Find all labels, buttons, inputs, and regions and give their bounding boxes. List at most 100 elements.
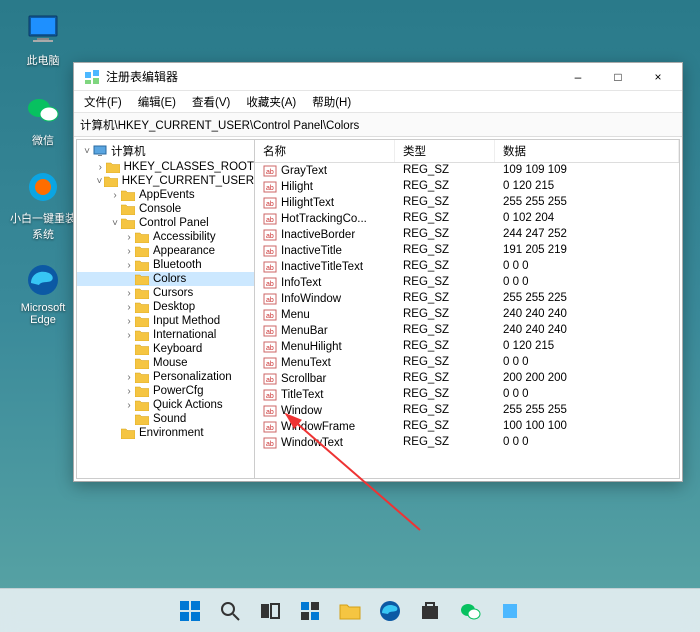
menu-edit[interactable]: 编辑(E) <box>134 92 180 112</box>
registry-value-row[interactable]: abMenuREG_SZ240 240 240 <box>255 307 679 323</box>
tree-item[interactable]: ›Desktop <box>77 300 254 314</box>
app-button[interactable] <box>492 593 528 629</box>
address-bar[interactable]: 计算机\HKEY_CURRENT_USER\Control Panel\Colo… <box>74 113 682 137</box>
menu-view[interactable]: 查看(V) <box>188 92 234 112</box>
svg-text:ab: ab <box>266 409 274 416</box>
expand-icon[interactable]: ˅ <box>81 146 93 157</box>
tree-item[interactable]: › Cursors <box>77 286 254 300</box>
explorer-button[interactable] <box>332 593 368 629</box>
tree-item[interactable]: ›Appearance <box>77 244 254 258</box>
expand-icon[interactable]: › <box>123 372 135 383</box>
tree-item[interactable]: ›International <box>77 328 254 342</box>
desktop-icon-edge[interactable]: Microsoft Edge <box>8 260 78 326</box>
tree-item[interactable]: ›Quick Actions <box>77 398 254 412</box>
expand-icon[interactable]: › <box>95 162 106 173</box>
svg-text:ab: ab <box>266 313 274 320</box>
tree-item[interactable]: Environment <box>77 426 254 440</box>
string-value-icon: ab <box>263 276 277 290</box>
registry-value-row[interactable]: abHilightTextREG_SZ255 255 255 <box>255 195 679 211</box>
value-data: 191 205 219 <box>495 243 679 259</box>
registry-value-row[interactable]: abWindowTextREG_SZ0 0 0 <box>255 435 679 451</box>
registry-value-row[interactable]: abInactiveBorderREG_SZ244 247 252 <box>255 227 679 243</box>
tree-item[interactable]: ›Bluetooth <box>77 258 254 272</box>
store-button[interactable] <box>412 593 448 629</box>
svg-text:ab: ab <box>266 329 274 336</box>
widgets-button[interactable] <box>292 593 328 629</box>
folder-icon <box>104 175 118 187</box>
tree-item[interactable]: ›PowerCfg <box>77 384 254 398</box>
value-name: InfoWindow <box>281 293 341 305</box>
tree-item[interactable]: Sound <box>77 412 254 426</box>
tree-item[interactable]: Mouse <box>77 356 254 370</box>
registry-value-row[interactable]: abTitleTextREG_SZ0 0 0 <box>255 387 679 403</box>
col-name[interactable]: 名称 <box>255 140 395 162</box>
close-button[interactable]: × <box>638 63 678 91</box>
registry-value-row[interactable]: abInfoWindowREG_SZ255 255 225 <box>255 291 679 307</box>
tree-label: Mouse <box>153 357 188 369</box>
menubar: 文件(F) 编辑(E) 查看(V) 收藏夹(A) 帮助(H) <box>74 91 682 113</box>
folder-icon <box>135 231 149 243</box>
registry-value-row[interactable]: abHotTrackingCo...REG_SZ0 102 204 <box>255 211 679 227</box>
expand-icon[interactable]: ˅ <box>109 218 121 229</box>
expand-icon[interactable]: › <box>123 288 135 299</box>
expand-icon[interactable]: › <box>123 232 135 243</box>
svg-text:ab: ab <box>266 217 274 224</box>
tree-item[interactable]: Keyboard <box>77 342 254 356</box>
minimize-button[interactable]: – <box>558 63 598 91</box>
folder-icon <box>121 427 135 439</box>
registry-value-row[interactable]: abMenuBarREG_SZ240 240 240 <box>255 323 679 339</box>
tree-label: Cursors <box>153 287 193 299</box>
tree-item[interactable]: Colors <box>77 272 254 286</box>
expand-icon[interactable]: › <box>123 330 135 341</box>
tree-item[interactable]: ›Personalization <box>77 370 254 384</box>
tree-item[interactable]: ˅Control Panel <box>77 216 254 230</box>
tree-item[interactable]: Console <box>77 202 254 216</box>
titlebar[interactable]: 注册表编辑器 – □ × <box>74 63 682 91</box>
tree-item[interactable]: ›HKEY_CLASSES_ROOT <box>77 160 254 174</box>
string-value-icon: ab <box>263 372 277 386</box>
col-type[interactable]: 类型 <box>395 140 495 162</box>
wechat-button[interactable] <box>452 593 488 629</box>
registry-value-row[interactable]: abScrollbarREG_SZ200 200 200 <box>255 371 679 387</box>
tree-item[interactable]: ›Accessibility <box>77 230 254 244</box>
registry-value-row[interactable]: abWindowFrameREG_SZ100 100 100 <box>255 419 679 435</box>
registry-tree[interactable]: ˅计算机›HKEY_CLASSES_ROOT˅HKEY_CURRENT_USER… <box>77 140 255 478</box>
expand-icon[interactable]: › <box>123 246 135 257</box>
pc-icon <box>23 10 63 50</box>
expand-icon[interactable]: › <box>123 386 135 397</box>
col-data[interactable]: 数据 <box>495 140 679 162</box>
expand-icon[interactable]: › <box>123 400 135 411</box>
tree-item[interactable]: ›AppEvents <box>77 188 254 202</box>
expand-icon[interactable]: › <box>123 302 135 313</box>
tree-item[interactable]: ˅HKEY_CURRENT_USER <box>77 174 254 188</box>
search-button[interactable] <box>212 593 248 629</box>
registry-value-row[interactable]: abWindowREG_SZ255 255 255 <box>255 403 679 419</box>
menu-file[interactable]: 文件(F) <box>80 92 126 112</box>
registry-value-row[interactable]: abInfoTextREG_SZ0 0 0 <box>255 275 679 291</box>
menu-help[interactable]: 帮助(H) <box>308 92 355 112</box>
expand-icon[interactable]: ˅ <box>95 176 104 187</box>
menu-favorites[interactable]: 收藏夹(A) <box>242 92 300 112</box>
registry-value-row[interactable]: abInactiveTitleTextREG_SZ0 0 0 <box>255 259 679 275</box>
registry-value-row[interactable]: abHilightREG_SZ0 120 215 <box>255 179 679 195</box>
installer-icon <box>23 168 63 208</box>
registry-list[interactable]: 名称 类型 数据 abGrayTextREG_SZ109 109 109abHi… <box>255 140 679 478</box>
expand-icon[interactable]: › <box>123 260 135 271</box>
desktop-icon-wechat[interactable]: 微信 <box>8 90 78 148</box>
registry-value-row[interactable]: abMenuHilightREG_SZ0 120 215 <box>255 339 679 355</box>
taskview-button[interactable] <box>252 593 288 629</box>
value-type: REG_SZ <box>395 179 495 195</box>
start-button[interactable] <box>172 593 208 629</box>
tree-item[interactable]: ›Input Method <box>77 314 254 328</box>
registry-value-row[interactable]: abInactiveTitleREG_SZ191 205 219 <box>255 243 679 259</box>
value-type: REG_SZ <box>395 355 495 371</box>
expand-icon[interactable]: › <box>123 316 135 327</box>
registry-value-row[interactable]: abMenuTextREG_SZ0 0 0 <box>255 355 679 371</box>
expand-icon[interactable]: › <box>109 190 121 201</box>
tree-item[interactable]: ˅计算机 <box>77 142 254 160</box>
registry-value-row[interactable]: abGrayTextREG_SZ109 109 109 <box>255 163 679 179</box>
edge-button[interactable] <box>372 593 408 629</box>
desktop-icon-this-pc[interactable]: 此电脑 <box>8 10 78 68</box>
desktop-icon-installer[interactable]: 小白一键重装 系统 <box>8 168 78 242</box>
maximize-button[interactable]: □ <box>598 63 638 91</box>
